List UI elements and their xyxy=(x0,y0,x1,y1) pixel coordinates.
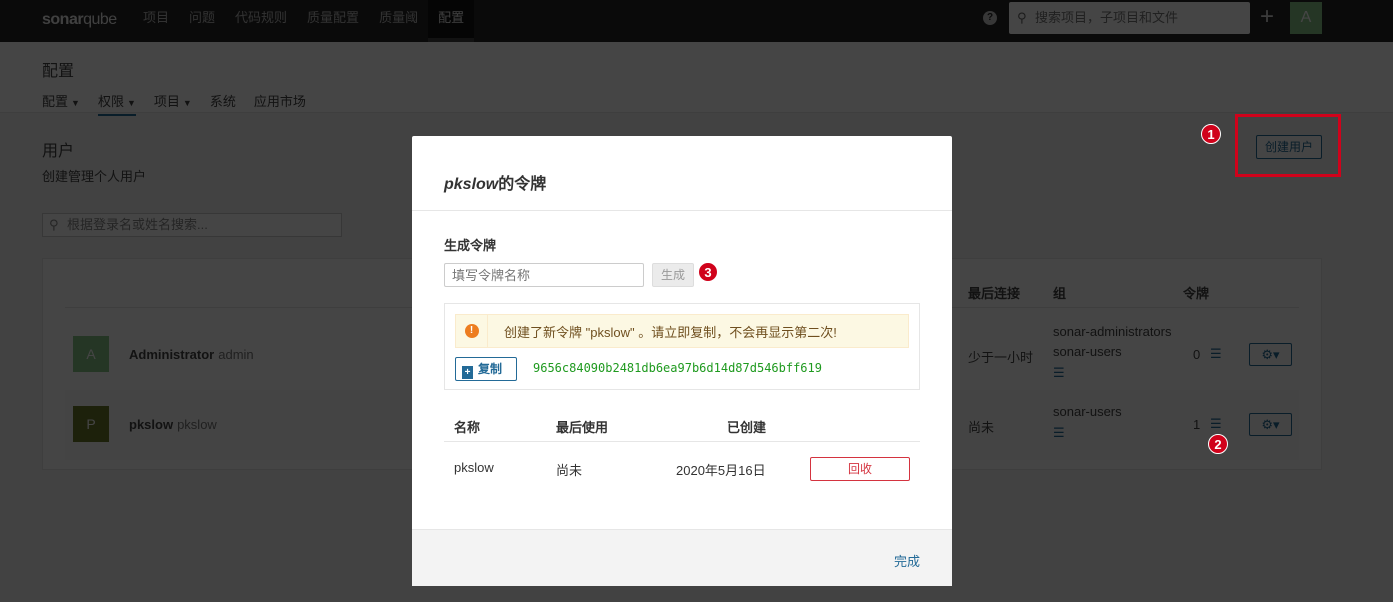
column-groups: 组 xyxy=(1053,286,1067,301)
modal-title: pkslow的令牌 xyxy=(412,136,952,211)
warning-text: 创建了新令牌 "pkslow" 。请立即复制，不会再显示第二次! xyxy=(504,324,837,340)
caret-down-icon: ▼ xyxy=(126,98,136,108)
add-icon[interactable]: + xyxy=(1260,2,1274,32)
annotation-badge: 1 xyxy=(1201,124,1221,144)
caret-down-icon: ▼ xyxy=(71,98,80,108)
token-count: 0 xyxy=(1193,347,1201,362)
warning-alert: ! 创建了新令牌 "pkslow" 。请立即复制，不会再显示第二次! xyxy=(455,314,909,348)
subnav-marketplace[interactable]: 应用市场 xyxy=(254,91,306,116)
token-name-input[interactable] xyxy=(444,263,644,287)
nav-projects[interactable]: 项目 xyxy=(133,0,179,42)
column-last-used: 最后使用 xyxy=(556,420,609,435)
token-last-used: 尚未 xyxy=(556,463,583,478)
group: sonar-users xyxy=(1053,344,1122,359)
group: sonar-users xyxy=(1053,404,1122,419)
sonarqube-logo[interactable]: sonarqube xyxy=(42,11,117,29)
page-title: 配置 xyxy=(42,63,75,80)
generate-token-label: 生成令牌 xyxy=(444,238,497,253)
nav-issues[interactable]: 问题 xyxy=(179,0,225,42)
tokens-modal: pkslow的令牌 生成令牌 生成 3 ! 创建了新令牌 "pkslow" 。请… xyxy=(412,136,952,586)
column-created: 已创建 xyxy=(727,420,767,435)
edit-groups-list-icon[interactable]: ☰ xyxy=(1053,425,1065,441)
top-navbar: sonarqube 项目 问题 代码规则 质量配置 质量阈 配置 ? ⚲ 搜索项目… xyxy=(0,0,1393,42)
sub-nav: 配置 ▼ 权限 ▼ 项目 ▼ 系统 应用市场 xyxy=(42,91,306,116)
done-button[interactable]: 完成 xyxy=(894,551,920,570)
user-actions-gear-button[interactable]: ⚙▾ xyxy=(1249,413,1292,436)
copy-button[interactable]: + 复制 xyxy=(455,357,517,381)
nav-rules[interactable]: 代码规则 xyxy=(225,0,297,42)
annotation-highlight-box xyxy=(1235,114,1341,177)
user-name: Administrator admin xyxy=(129,347,254,362)
token-count: 1 xyxy=(1193,417,1201,432)
column-last-connection: 最后连接 xyxy=(968,286,1021,301)
avatar: P xyxy=(73,406,109,442)
subnav-configuration[interactable]: 配置 ▼ xyxy=(42,91,80,116)
search-icon: ⚲ xyxy=(1017,10,1027,25)
tokens-list-icon[interactable]: ☰ xyxy=(1210,346,1222,362)
caret-down-icon: ▼ xyxy=(182,98,192,108)
help-icon[interactable]: ? xyxy=(983,11,997,25)
user-search-input[interactable]: ⚲ 根据登录名或姓名搜索... xyxy=(42,213,342,237)
group: sonar-administrators xyxy=(1053,324,1172,339)
search-icon: ⚲ xyxy=(49,217,59,232)
column-name: 名称 xyxy=(454,420,481,435)
annotation-badge: 3 xyxy=(698,262,718,282)
edit-groups-list-icon[interactable]: ☰ xyxy=(1053,365,1065,381)
subnav-system[interactable]: 系统 xyxy=(210,91,236,116)
token-created: 2020年5月16日 xyxy=(676,463,766,478)
subnav-projects[interactable]: 项目 ▼ xyxy=(154,91,192,116)
last-connection: 尚未 xyxy=(968,420,995,435)
divider xyxy=(444,441,920,442)
new-token-box: ! 创建了新令牌 "pkslow" 。请立即复制，不会再显示第二次! + 复制 9… xyxy=(444,303,920,390)
page-header: 配置 配置 ▼ 权限 ▼ 项目 ▼ 系统 应用市场 xyxy=(0,42,1393,116)
user-avatar[interactable]: A xyxy=(1290,2,1322,34)
copy-icon: + xyxy=(462,366,473,379)
token-name: pkslow xyxy=(454,460,494,475)
tokens-list-icon[interactable]: ☰ xyxy=(1210,416,1222,432)
main-nav: 项目 问题 代码规则 质量配置 质量阈 配置 xyxy=(133,0,475,42)
users-subtitle: 创建管理个人用户 xyxy=(42,169,147,184)
modal-footer: 完成 xyxy=(412,529,952,586)
global-search-input[interactable]: ⚲ 搜索项目，子项目和文件 xyxy=(1009,2,1250,34)
last-connection: 少于一小时 xyxy=(968,350,1034,365)
avatar: A xyxy=(73,336,109,372)
revoke-button[interactable]: 回收 xyxy=(810,457,910,481)
nav-quality-gates[interactable]: 质量阈 xyxy=(369,0,428,42)
token-value: 9656c84090b2481db6ea97b6d14d87d546bff619 xyxy=(533,361,822,375)
users-title: 用户 xyxy=(42,143,75,160)
nav-administration[interactable]: 配置 xyxy=(428,0,475,42)
column-tokens: 令牌 xyxy=(1183,286,1210,301)
user-actions-gear-button[interactable]: ⚙▾ xyxy=(1249,343,1292,366)
generate-button[interactable]: 生成 xyxy=(652,263,694,287)
subnav-security[interactable]: 权限 ▼ xyxy=(97,91,136,116)
user-name: pkslow pkslow xyxy=(129,417,217,432)
warning-icon: ! xyxy=(464,324,479,338)
nav-quality-profiles[interactable]: 质量配置 xyxy=(297,0,369,42)
annotation-badge: 2 xyxy=(1208,434,1228,454)
